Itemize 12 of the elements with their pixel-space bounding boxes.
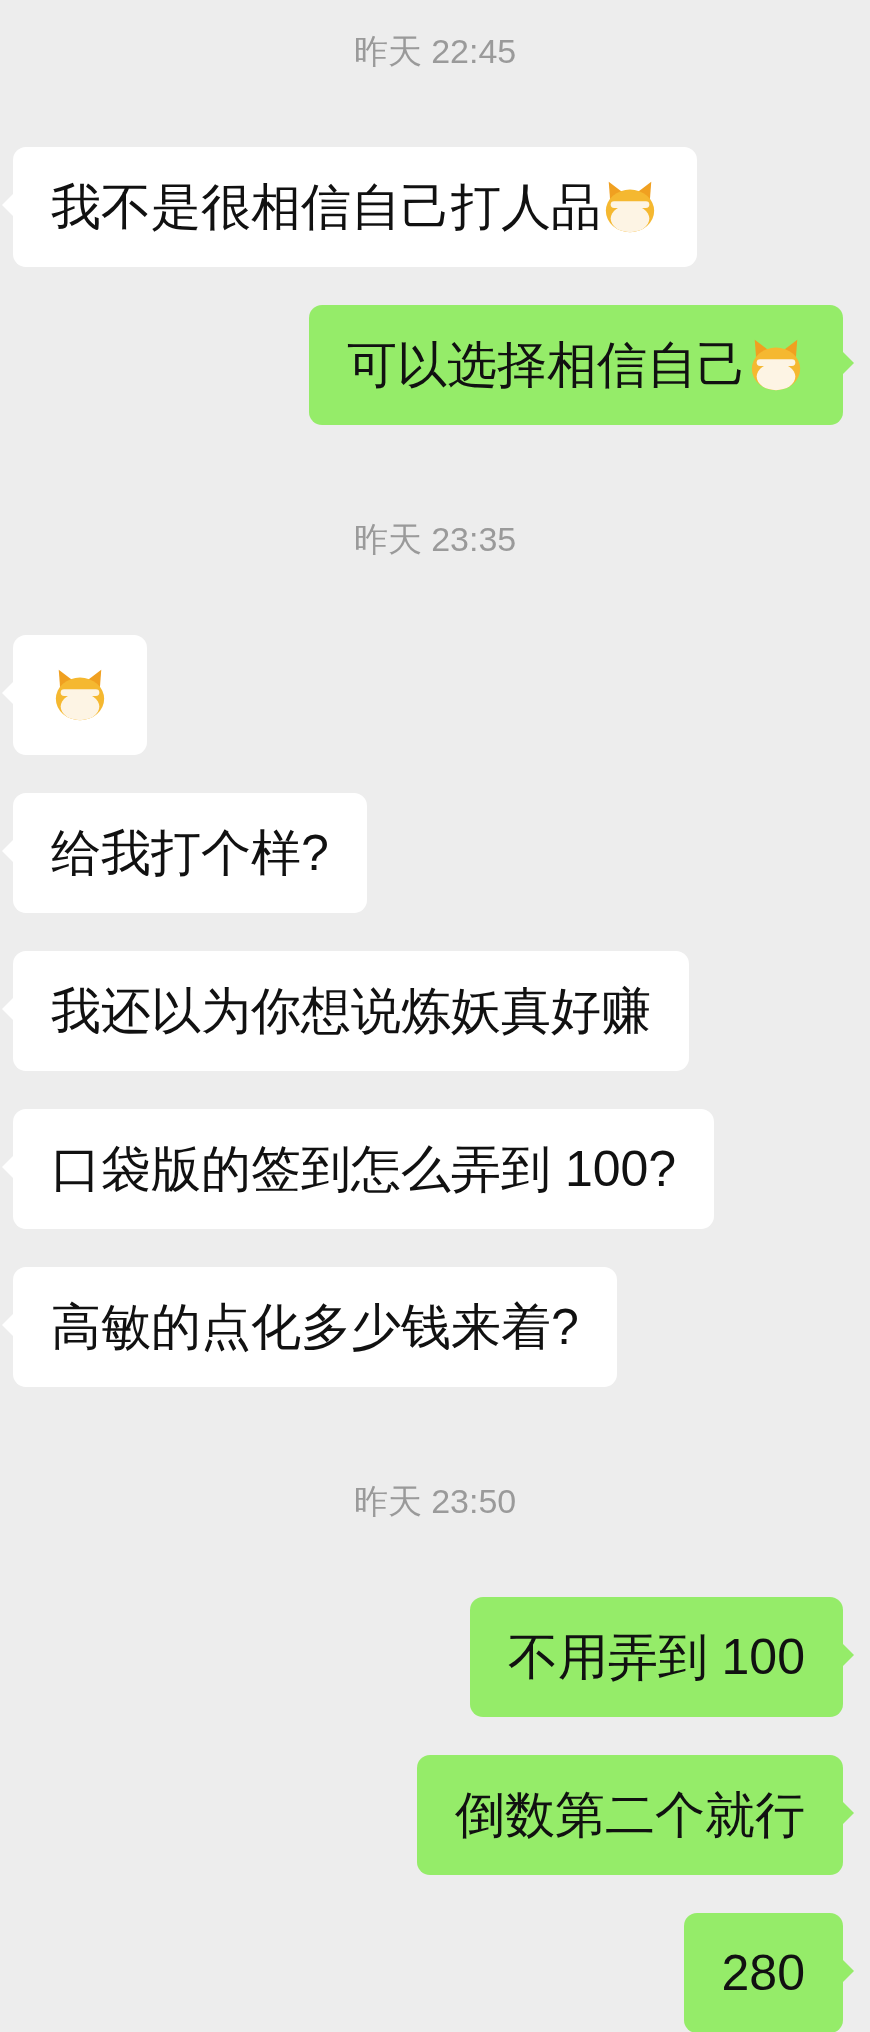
message-bubble: 高敏的点化多少钱来着? — [13, 1267, 617, 1387]
timestamp: 昨天 22:45 — [353, 31, 517, 71]
message-bubble: 280 — [683, 1913, 843, 2032]
message-bubble: 倒数第二个就行 — [417, 1755, 843, 1875]
message-bubble: 我还以为你想说炼妖真好赚 — [13, 951, 689, 1071]
message-bubble: 不用弄到 100 — [469, 1597, 843, 1717]
message-bubble: 口袋版的签到怎么弄到 100? — [13, 1109, 715, 1229]
message-bubble: 我不是很相信自己打人品 — [13, 147, 697, 267]
timestamp: 昨天 23:50 — [353, 1481, 517, 1521]
message-bubble: 可以选择相信自己 — [309, 305, 843, 425]
timestamp: 昨天 23:35 — [353, 519, 517, 559]
message-bubble: 给我打个样? — [13, 793, 367, 913]
